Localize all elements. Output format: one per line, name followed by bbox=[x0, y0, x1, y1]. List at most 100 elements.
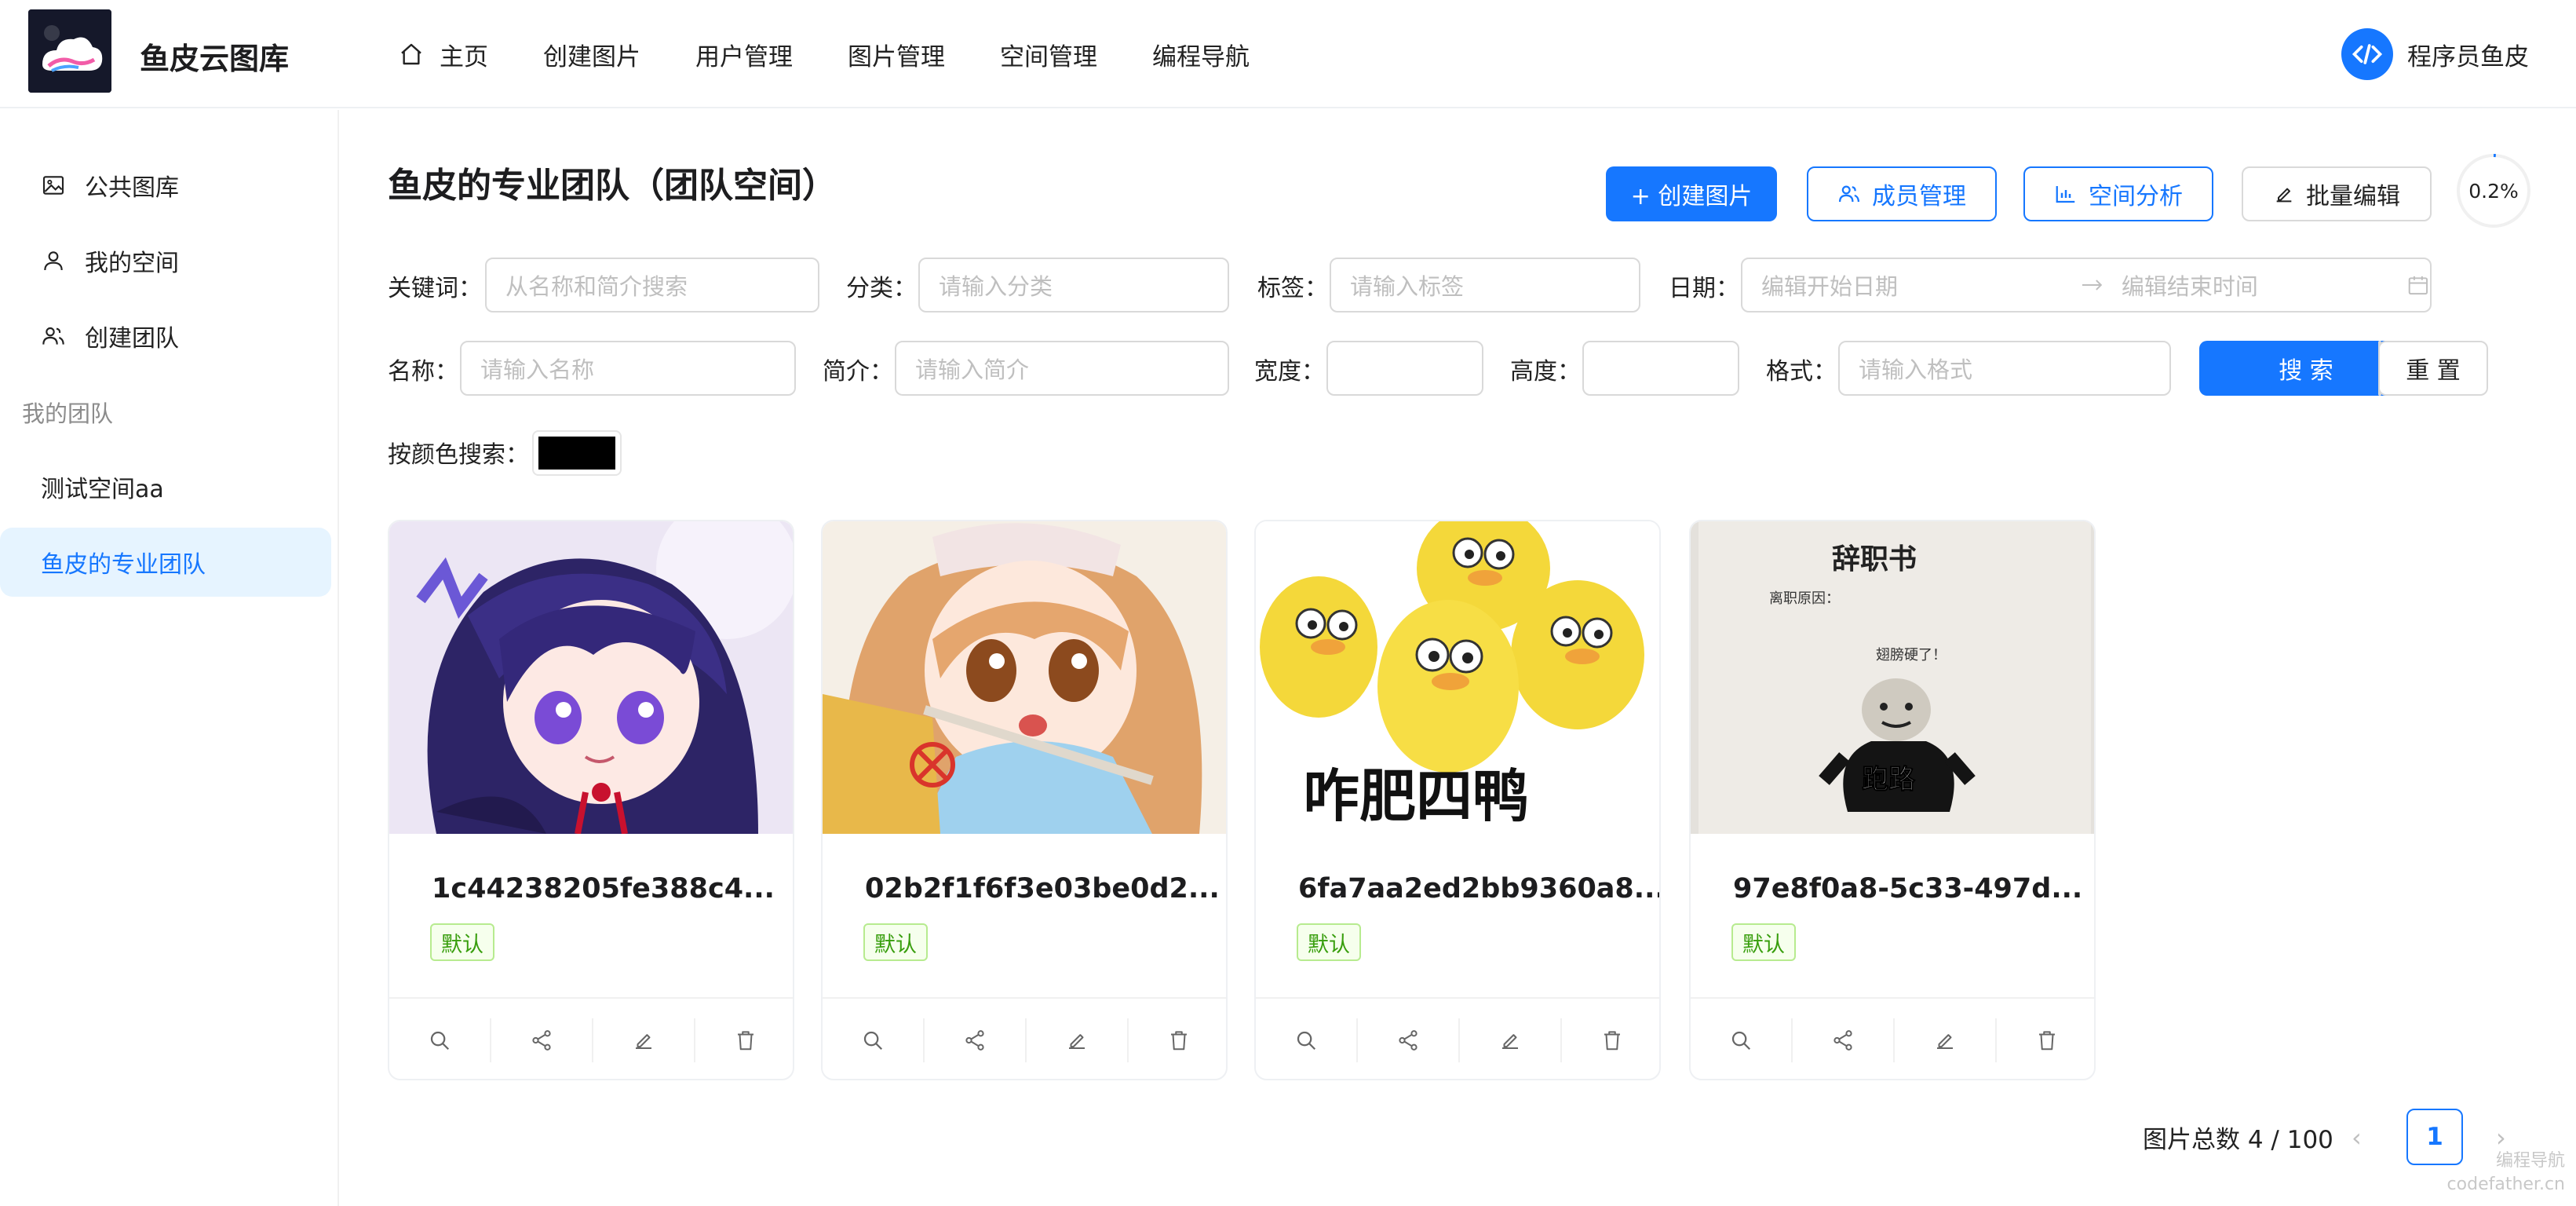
image-line-2: 翅膀硬了！ bbox=[1876, 647, 1947, 663]
edit-action[interactable] bbox=[593, 1018, 695, 1062]
reset-button[interactable]: 重 置 bbox=[2378, 341, 2488, 396]
team-icon bbox=[42, 327, 64, 345]
sidebar-label-my-space: 我的空间 bbox=[85, 250, 179, 277]
create-picture-label: + 创建图片 bbox=[1630, 183, 1753, 210]
picture-thumbnail[interactable]: 辞职书 离职原因： 翅膀硬了！ 跑路 bbox=[1691, 521, 2094, 834]
card-actions bbox=[1691, 997, 2094, 1079]
color-picker-swatch[interactable] bbox=[532, 430, 622, 476]
edit-icon bbox=[636, 1034, 651, 1049]
watermark: 编程导航 codefather.cn bbox=[2447, 1149, 2565, 1197]
sidebar-item-team-test[interactable]: 测试空间aa bbox=[0, 452, 164, 521]
space-analysis-label: 空间分析 bbox=[2089, 183, 2183, 210]
tags-label: 标签： bbox=[1257, 275, 1328, 302]
share-icon bbox=[1833, 1030, 1852, 1051]
edit-icon bbox=[1937, 1034, 1953, 1049]
main-content: 鱼皮的专业团队（团队空间） + 创建图片 成员管理 空间分析 批量编辑 0.2%… bbox=[341, 110, 2576, 1206]
sidebar-label-team-pro: 鱼皮的专业团队 bbox=[41, 551, 206, 579]
search-icon bbox=[863, 1031, 883, 1051]
format-input[interactable]: 请输入格式 bbox=[1838, 341, 2171, 396]
top-nav: 主页 创建图片 用户管理 图片管理 空间管理 编程导航 bbox=[399, 0, 1304, 108]
edit-icon bbox=[1502, 1034, 1518, 1049]
search-action[interactable] bbox=[823, 1018, 925, 1062]
category-input[interactable]: 请输入分类 bbox=[918, 258, 1229, 312]
search-action[interactable] bbox=[389, 1018, 491, 1062]
member-manage-button[interactable]: 成员管理 bbox=[1807, 166, 1997, 221]
image-title: 辞职书 bbox=[1832, 543, 1917, 576]
name-input[interactable]: 请输入名称 bbox=[460, 341, 796, 396]
edit-icon bbox=[1069, 1034, 1085, 1049]
nav-item-space-manage[interactable]: 空间管理 bbox=[1000, 37, 1097, 72]
edit-action[interactable] bbox=[1027, 1018, 1129, 1062]
delete-icon bbox=[1604, 1031, 1620, 1051]
category-label: 分类： bbox=[846, 275, 917, 302]
space-analysis-button[interactable]: 空间分析 bbox=[2023, 166, 2213, 221]
pagination-next[interactable]: › bbox=[2496, 1123, 2506, 1153]
search-action[interactable] bbox=[1691, 1018, 1793, 1062]
team-icon bbox=[1839, 185, 1859, 203]
picture-thumbnail[interactable]: 咋肥四鸭 bbox=[1256, 521, 1659, 834]
pagination-total: 图片总数 4 / 100 bbox=[2143, 1126, 2333, 1154]
share-action[interactable] bbox=[925, 1018, 1027, 1062]
share-icon bbox=[1399, 1030, 1418, 1051]
date-start-placeholder[interactable]: 编辑开始日期 bbox=[1761, 269, 2081, 302]
search-action[interactable] bbox=[1256, 1018, 1358, 1062]
search-icon bbox=[430, 1031, 450, 1051]
picture-card[interactable]: 辞职书 离职原因： 翅膀硬了！ 跑路 97e8f0a8-5c33-497d...… bbox=[1689, 520, 2096, 1080]
picture-thumbnail[interactable] bbox=[389, 521, 793, 834]
height-input[interactable] bbox=[1582, 341, 1739, 396]
category-placeholder: 请输入分类 bbox=[939, 273, 1053, 300]
tags-input[interactable]: 请输入标签 bbox=[1330, 258, 1640, 312]
picture-thumbnail[interactable] bbox=[823, 521, 1226, 834]
edit-action[interactable] bbox=[1895, 1018, 1997, 1062]
space-usage-arc bbox=[2493, 154, 2496, 158]
sidebar-label-team-test: 测试空间aa bbox=[41, 476, 164, 503]
edit-action[interactable] bbox=[1460, 1018, 1562, 1062]
share-icon bbox=[965, 1030, 984, 1051]
share-action[interactable] bbox=[491, 1018, 593, 1062]
delete-action[interactable] bbox=[695, 1018, 793, 1062]
logo[interactable] bbox=[28, 9, 111, 93]
keyword-input[interactable]: 从名称和简介搜索 bbox=[485, 258, 819, 312]
pagination-prev[interactable]: ‹ bbox=[2352, 1123, 2362, 1153]
brand-name[interactable]: 鱼皮云图库 bbox=[140, 35, 289, 78]
watermark-line-1: 编程导航 bbox=[2495, 1151, 2565, 1171]
nav-label-coding-nav: 编程导航 bbox=[1152, 42, 1250, 71]
nav-item-user-manage[interactable]: 用户管理 bbox=[695, 37, 793, 72]
sidebar-item-team-pro[interactable]: 鱼皮的专业团队 bbox=[0, 528, 331, 597]
create-picture-button[interactable]: + 创建图片 bbox=[1606, 166, 1777, 221]
nav-item-home[interactable]: 主页 bbox=[399, 37, 488, 72]
category-tag: 默认 bbox=[430, 923, 494, 961]
nav-label-home: 主页 bbox=[440, 42, 488, 71]
card-actions bbox=[389, 997, 793, 1079]
picture-title: 97e8f0a8-5c33-497d... bbox=[1733, 873, 2083, 904]
reset-button-label: 重 置 bbox=[2406, 357, 2461, 385]
height-label: 高度： bbox=[1510, 358, 1581, 386]
nav-item-create-picture[interactable]: 创建图片 bbox=[543, 37, 640, 72]
share-action[interactable] bbox=[1793, 1018, 1895, 1062]
delete-action[interactable] bbox=[1997, 1018, 2094, 1062]
category-tag: 默认 bbox=[1297, 923, 1361, 961]
nav-item-picture-manage[interactable]: 图片管理 bbox=[848, 37, 945, 72]
sidebar-item-create-team[interactable]: 创建团队 bbox=[0, 302, 179, 371]
picture-title: 02b2f1f6f3e03be0d2... bbox=[865, 873, 1220, 904]
share-icon bbox=[532, 1030, 551, 1051]
name-label: 名称： bbox=[388, 358, 458, 386]
picture-card[interactable]: 1c44238205fe388c4... 默认 bbox=[388, 520, 794, 1080]
delete-action[interactable] bbox=[1562, 1018, 1659, 1062]
date-range-picker[interactable]: 编辑开始日期 编辑结束时间 bbox=[1741, 258, 2432, 312]
nav-item-coding-nav[interactable]: 编程导航 bbox=[1152, 37, 1250, 72]
intro-placeholder: 请输入简介 bbox=[915, 356, 1030, 383]
picture-card[interactable]: 咋肥四鸭 6fa7aa2ed2bb9360a8... 默认 bbox=[1254, 520, 1661, 1080]
width-input[interactable] bbox=[1326, 341, 1483, 396]
intro-input[interactable]: 请输入简介 bbox=[895, 341, 1229, 396]
picture-card[interactable]: 02b2f1f6f3e03be0d2... 默认 bbox=[821, 520, 1228, 1080]
batch-edit-button[interactable]: 批量编辑 bbox=[2242, 166, 2432, 221]
share-action[interactable] bbox=[1358, 1018, 1460, 1062]
sidebar-item-public-gallery[interactable]: 公共图库 bbox=[0, 151, 179, 220]
app-root: 鱼皮云图库 主页 创建图片 用户管理 图片管理 空间管理 编程导航 程序员鱼皮 … bbox=[0, 0, 2576, 1206]
sidebar-item-my-space[interactable]: 我的空间 bbox=[0, 226, 179, 295]
nav-label-user-manage: 用户管理 bbox=[695, 42, 793, 71]
delete-action[interactable] bbox=[1129, 1018, 1226, 1062]
date-end-placeholder[interactable]: 编辑结束时间 bbox=[2122, 269, 2406, 302]
user-menu[interactable]: 程序员鱼皮 bbox=[2341, 28, 2529, 80]
